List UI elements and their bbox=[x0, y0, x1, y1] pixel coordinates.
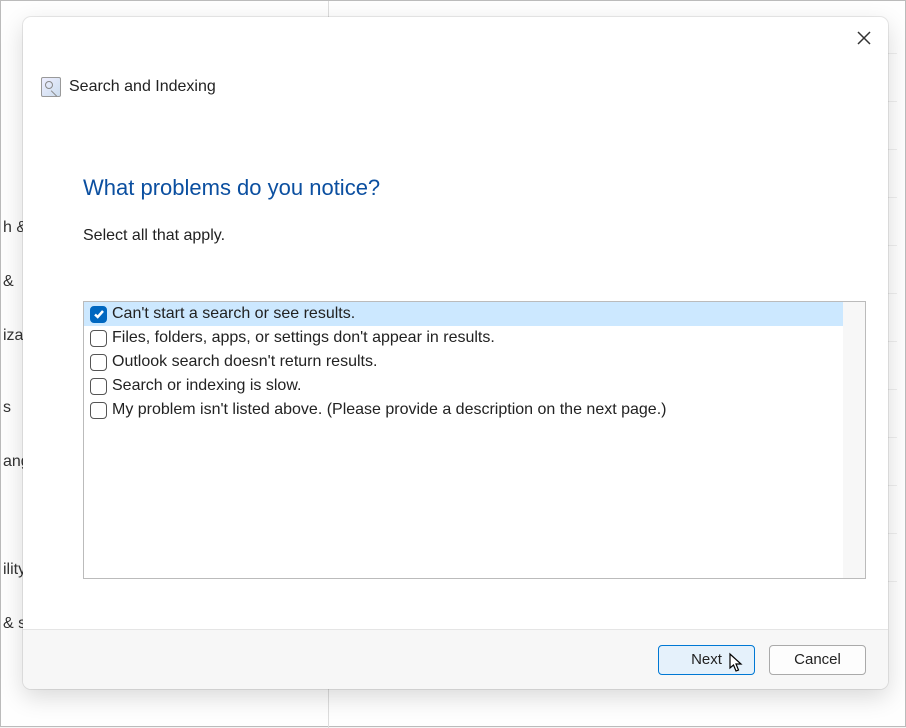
dialog-footer: Next Cancel bbox=[23, 629, 888, 689]
cursor-icon bbox=[728, 652, 746, 678]
problem-label: Files, folders, apps, or settings don't … bbox=[112, 329, 495, 347]
problem-item[interactable]: Search or indexing is slow. bbox=[84, 374, 865, 398]
problem-label: Can't start a search or see results. bbox=[112, 305, 355, 323]
problem-item[interactable]: Outlook search doesn't return results. bbox=[84, 350, 865, 374]
close-icon bbox=[856, 30, 872, 46]
cancel-button-label: Cancel bbox=[794, 651, 841, 668]
problem-label: Outlook search doesn't return results. bbox=[112, 353, 377, 371]
page-subtext: Select all that apply. bbox=[83, 227, 866, 245]
dialog-header: Search and Indexing bbox=[23, 17, 888, 75]
background-rows bbox=[887, 6, 897, 696]
check-icon bbox=[93, 308, 105, 320]
problem-label: My problem isn't listed above. (Please p… bbox=[112, 401, 666, 419]
cancel-button[interactable]: Cancel bbox=[769, 645, 866, 675]
next-button-label: Next bbox=[691, 651, 722, 668]
problem-item[interactable]: My problem isn't listed above. (Please p… bbox=[84, 398, 865, 422]
problem-list: Can't start a search or see results. Fil… bbox=[83, 301, 866, 579]
checkbox[interactable] bbox=[90, 378, 107, 395]
checkbox[interactable] bbox=[90, 402, 107, 419]
dialog-body: What problems do you notice? Select all … bbox=[23, 75, 888, 629]
checkbox[interactable] bbox=[90, 306, 107, 323]
checkbox[interactable] bbox=[90, 354, 107, 371]
problem-label: Search or indexing is slow. bbox=[112, 377, 301, 395]
troubleshooter-dialog: Search and Indexing What problems do you… bbox=[23, 17, 888, 689]
problem-list-wrapper: Can't start a search or see results. Fil… bbox=[83, 301, 866, 579]
next-button[interactable]: Next bbox=[658, 645, 755, 675]
list-scrollbar-track[interactable] bbox=[843, 302, 865, 578]
problem-item[interactable]: Can't start a search or see results. bbox=[84, 302, 865, 326]
page-heading: What problems do you notice? bbox=[83, 175, 866, 201]
checkbox[interactable] bbox=[90, 330, 107, 347]
problem-item[interactable]: Files, folders, apps, or settings don't … bbox=[84, 326, 865, 350]
close-button[interactable] bbox=[850, 24, 878, 52]
